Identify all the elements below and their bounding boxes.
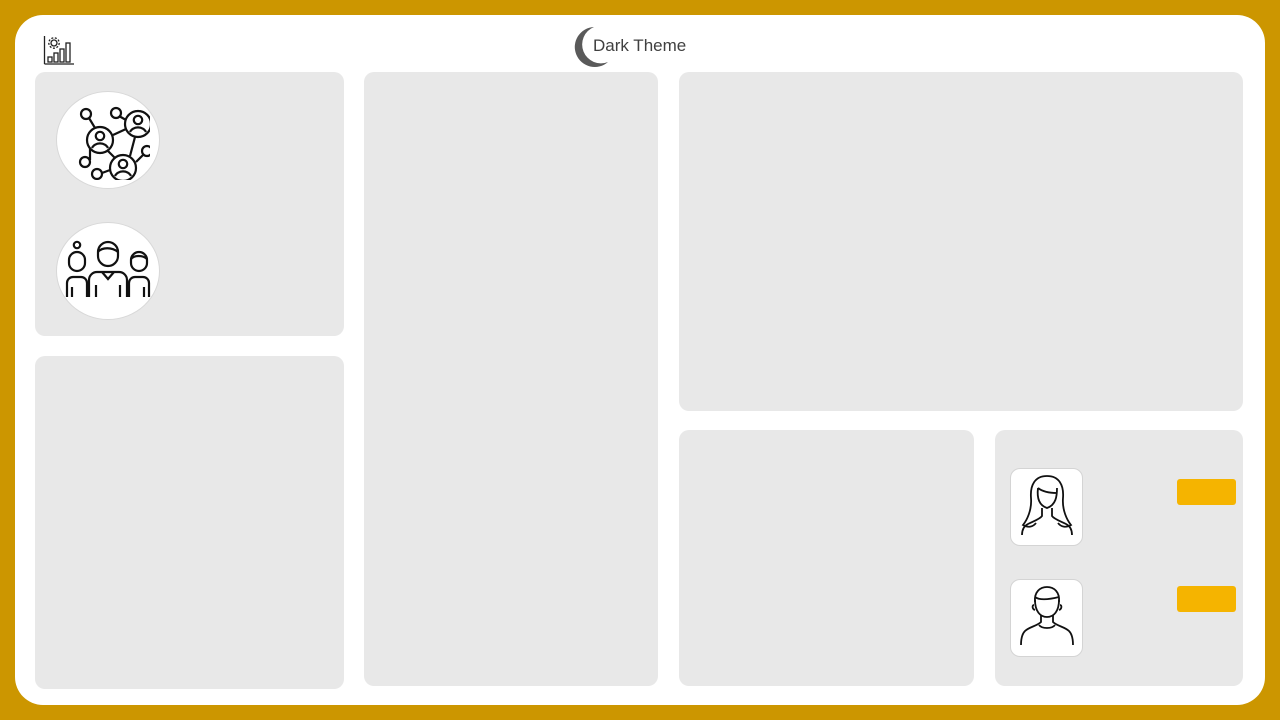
male-select-button[interactable] xyxy=(1177,586,1236,612)
female-select-button[interactable] xyxy=(1177,479,1236,505)
top-right-panel xyxy=(679,72,1243,411)
male-avatar-icon xyxy=(1018,585,1076,652)
theme-toggle-label: Dark Theme xyxy=(593,36,687,55)
female-avatar-card[interactable] xyxy=(1010,468,1083,546)
dark-theme-toggle[interactable]: Dark Theme xyxy=(566,24,686,68)
female-avatar-icon xyxy=(1018,474,1076,541)
network-people-icon xyxy=(66,96,154,185)
gender-panel xyxy=(995,430,1243,686)
male-avatar-card[interactable] xyxy=(1010,579,1083,657)
middle-panel xyxy=(364,72,658,686)
network-people-button[interactable] xyxy=(56,91,160,189)
bottom-left-panel xyxy=(35,356,344,689)
bottom-center-panel xyxy=(679,430,974,686)
team-button[interactable] xyxy=(56,222,160,320)
analytics-logo-icon[interactable] xyxy=(43,34,75,66)
team-icon xyxy=(65,239,151,304)
people-categories-panel xyxy=(35,72,344,336)
